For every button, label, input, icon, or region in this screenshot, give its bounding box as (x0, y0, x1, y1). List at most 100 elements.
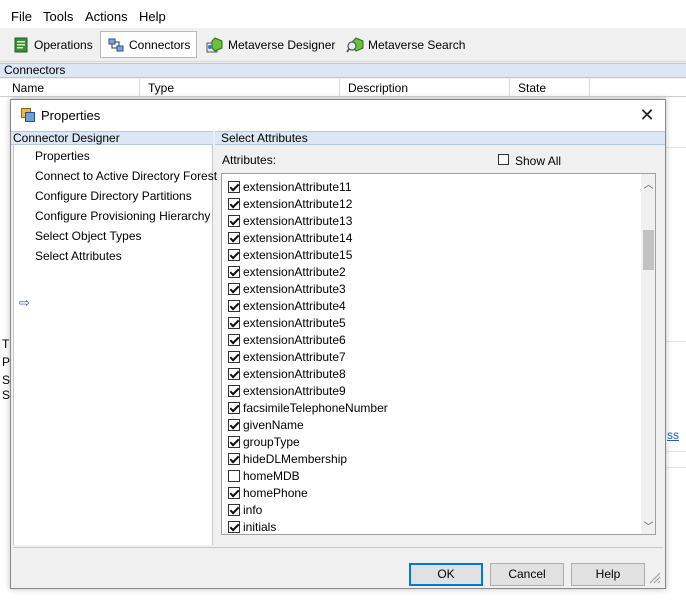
attribute-row[interactable]: hideDLMembership (228, 450, 347, 467)
attributes-list[interactable]: extensionAttribute11 extensionAttribute1… (221, 173, 656, 535)
connectors-icon (108, 38, 124, 51)
attribute-name: extensionAttribute15 (243, 247, 353, 262)
attribute-checkbox[interactable] (228, 469, 240, 482)
attribute-name: extensionAttribute5 (243, 315, 346, 330)
nav-item-provisioning-hierarchy[interactable]: Configure Provisioning Hierarchy (35, 207, 210, 225)
attribute-row[interactable]: groupType (228, 433, 300, 450)
column-state-header[interactable]: State (510, 79, 590, 96)
attribute-checkbox[interactable] (228, 180, 240, 193)
attribute-checkbox[interactable] (228, 520, 240, 533)
menu-file[interactable]: File (11, 9, 32, 24)
attribute-checkbox[interactable] (228, 435, 240, 448)
attribute-row[interactable]: initials (228, 518, 276, 534)
scrollbar-thumb[interactable] (643, 230, 654, 270)
nav-item-object-types[interactable]: Select Object Types (35, 227, 142, 245)
attribute-row[interactable]: extensionAttribute2 (228, 263, 346, 280)
attribute-name: info (243, 502, 263, 517)
dialog-title: Properties (41, 108, 101, 123)
attribute-row[interactable]: homeMDB (228, 467, 300, 484)
attribute-checkbox[interactable] (228, 316, 240, 329)
show-all-label[interactable]: Show All (515, 154, 561, 168)
operations-button[interactable]: Operations (6, 31, 99, 58)
properties-dialog: Properties ✕ Connector Designer Properti… (10, 99, 666, 589)
attribute-name: extensionAttribute13 (243, 213, 353, 228)
background-gridline (666, 147, 686, 148)
attribute-row[interactable]: extensionAttribute11 (228, 178, 352, 195)
connectors-button[interactable]: Connectors (100, 31, 198, 58)
metaverse-search-icon (346, 36, 364, 52)
attribute-name: extensionAttribute6 (243, 332, 346, 347)
background-text-fragment: S (2, 373, 11, 387)
connectors-panel-title: Connectors (4, 63, 66, 77)
attribute-checkbox[interactable] (228, 282, 240, 295)
column-name-header[interactable]: Name (4, 79, 140, 96)
attributes-scrollbar[interactable]: ︿ ﹀ (641, 174, 655, 534)
background-link-fragment[interactable]: ss (667, 428, 679, 442)
attribute-checkbox[interactable] (228, 418, 240, 431)
attribute-row[interactable]: facsimileTelephoneNumber (228, 399, 388, 416)
attribute-row[interactable]: extensionAttribute14 (228, 229, 352, 246)
attribute-name: extensionAttribute12 (243, 196, 353, 211)
attribute-checkbox[interactable] (228, 384, 240, 397)
attribute-checkbox[interactable] (228, 452, 240, 465)
attribute-checkbox[interactable] (228, 367, 240, 380)
dialog-title-bar: Properties ✕ (11, 100, 665, 131)
menu-help[interactable]: Help (139, 9, 166, 24)
attribute-row[interactable]: extensionAttribute7 (228, 348, 346, 365)
menu-tools[interactable]: Tools (43, 9, 73, 24)
attribute-checkbox[interactable] (228, 333, 240, 346)
metaverse-search-button[interactable]: Metaverse Search (340, 31, 471, 58)
attribute-row[interactable]: extensionAttribute9 (228, 382, 346, 399)
nav-item-connect-forest[interactable]: Connect to Active Directory Forest (35, 167, 217, 185)
attribute-row[interactable]: info (228, 501, 262, 518)
attribute-checkbox[interactable] (228, 248, 240, 261)
attribute-row[interactable]: givenName (228, 416, 304, 433)
nav-item-select-attributes[interactable]: Select Attributes (35, 247, 122, 265)
help-button[interactable]: Help (571, 563, 645, 586)
attribute-row[interactable]: extensionAttribute12 (228, 195, 352, 212)
attribute-checkbox[interactable] (228, 486, 240, 499)
select-attributes-header: Select Attributes (215, 131, 665, 145)
ok-button[interactable]: OK (409, 563, 483, 586)
attribute-row[interactable]: extensionAttribute6 (228, 331, 346, 348)
menu-actions[interactable]: Actions (85, 9, 128, 24)
attribute-checkbox[interactable] (228, 401, 240, 414)
chevron-up-icon[interactable]: ︿ (641, 176, 655, 191)
attribute-checkbox[interactable] (228, 197, 240, 210)
attribute-checkbox[interactable] (228, 214, 240, 227)
attribute-checkbox[interactable] (228, 265, 240, 278)
connector-designer-title: Connector Designer (13, 131, 120, 145)
cancel-button[interactable]: Cancel (490, 563, 564, 586)
attribute-checkbox[interactable] (228, 299, 240, 312)
attribute-name: extensionAttribute9 (243, 383, 346, 398)
arrow-right-icon: ⇨ (19, 295, 30, 310)
menu-bar: File Tools Actions Help (0, 6, 686, 28)
nav-item-properties[interactable]: Properties (35, 147, 90, 165)
properties-icon (21, 108, 35, 122)
nav-item-directory-partitions[interactable]: Configure Directory Partitions (35, 187, 192, 205)
attribute-name: groupType (243, 434, 300, 449)
resize-grip-icon[interactable] (649, 572, 661, 584)
metaverse-designer-label: Metaverse Designer (228, 37, 336, 52)
attribute-row[interactable]: homePhone (228, 484, 308, 501)
metaverse-designer-button[interactable]: Metaverse Designer (200, 31, 341, 58)
attribute-checkbox[interactable] (228, 350, 240, 363)
attribute-row[interactable]: extensionAttribute15 (228, 246, 352, 263)
attribute-name: extensionAttribute3 (243, 281, 346, 296)
close-button[interactable]: ✕ (635, 103, 659, 127)
attribute-row[interactable]: extensionAttribute3 (228, 280, 346, 297)
attribute-name: extensionAttribute4 (243, 298, 346, 313)
attribute-row[interactable]: extensionAttribute8 (228, 365, 346, 382)
attribute-row[interactable]: extensionAttribute5 (228, 314, 346, 331)
attribute-row[interactable]: extensionAttribute13 (228, 212, 352, 229)
background-text-fragment: P (2, 355, 11, 369)
attribute-checkbox[interactable] (228, 503, 240, 516)
attribute-name: givenName (243, 417, 304, 432)
attribute-checkbox[interactable] (228, 231, 240, 244)
chevron-down-icon[interactable]: ﹀ (641, 518, 655, 533)
show-all-checkbox[interactable] (498, 154, 509, 165)
column-type-header[interactable]: Type (140, 79, 340, 96)
attribute-row[interactable]: extensionAttribute4 (228, 297, 346, 314)
operations-icon (14, 37, 28, 52)
column-description-header[interactable]: Description (340, 79, 510, 96)
